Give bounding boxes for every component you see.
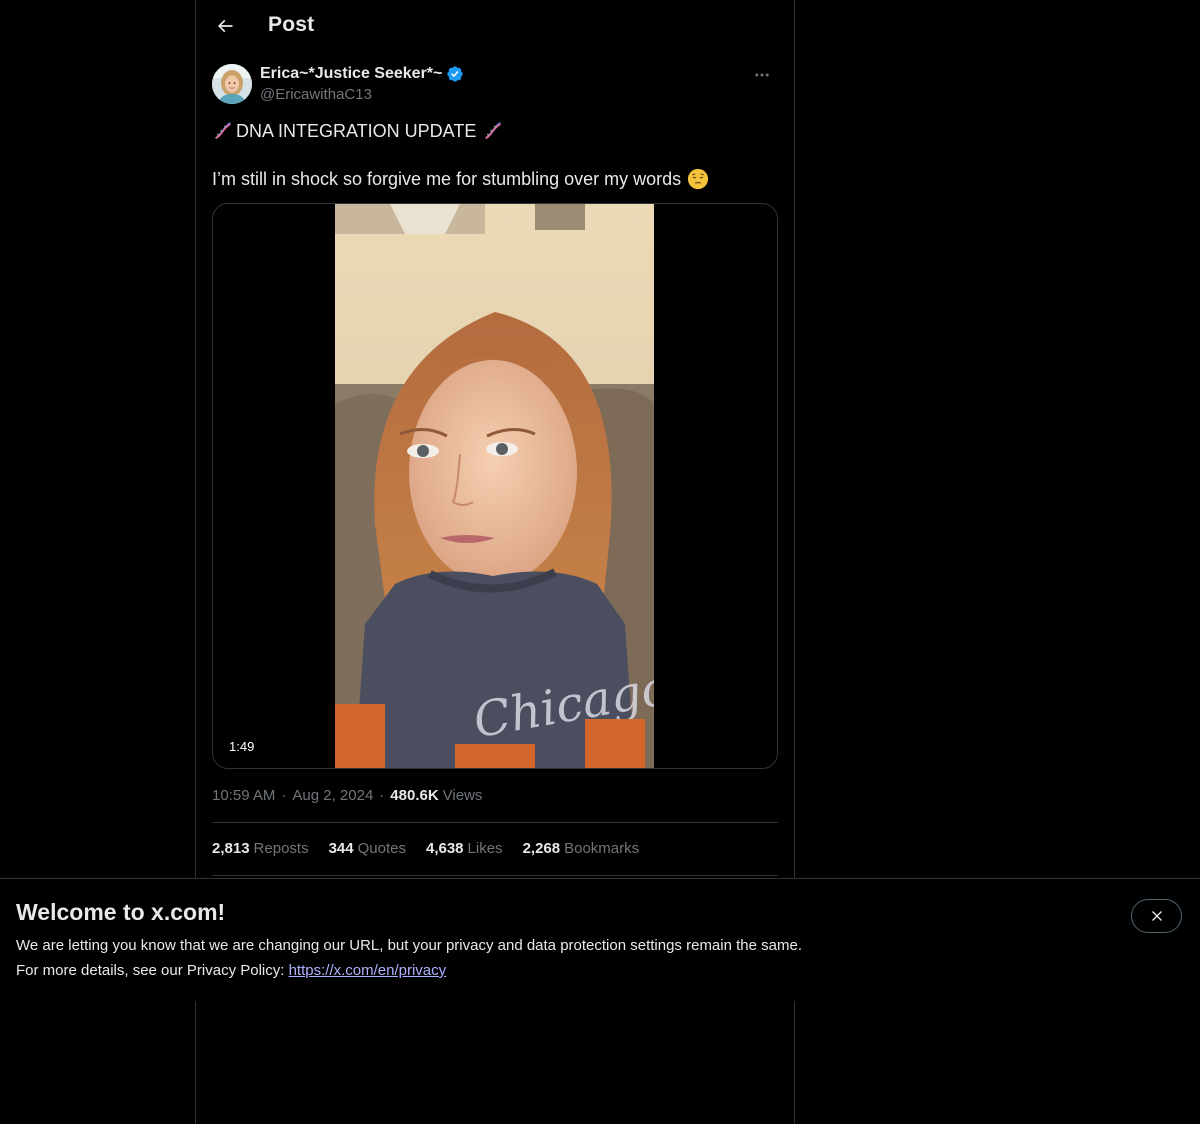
bookmarks-count: 2,268	[522, 840, 561, 857]
dna-emoji-icon	[485, 121, 502, 140]
bookmarks-stat[interactable]: 2,268 Bookmarks	[523, 840, 640, 857]
author-name-row[interactable]: Erica~*Justice Seeker*~	[260, 65, 464, 83]
post-date[interactable]: Aug 2, 2024	[292, 787, 373, 804]
bookmarks-label: Bookmarks	[564, 840, 640, 857]
video-player[interactable]: Chicago 1:49	[212, 203, 778, 769]
likes-label: Likes	[467, 840, 503, 857]
video-duration: 1:49	[225, 737, 259, 756]
views-label: Views	[442, 787, 483, 804]
more-options-button[interactable]	[746, 64, 778, 86]
post-line-2: I’m still in shock so forgive me for stu…	[212, 167, 778, 191]
arrow-left-icon	[217, 19, 233, 33]
author-handle[interactable]: @EricawithaC13	[260, 86, 372, 103]
post-line-1: DNA INTEGRATION UPDATE	[212, 119, 778, 143]
close-banner-button[interactable]	[1131, 899, 1182, 933]
back-button[interactable]	[208, 9, 242, 43]
likes-stat[interactable]: 4,638 Likes	[426, 840, 503, 857]
views-count: 480.6K	[390, 787, 439, 804]
post-body: I’m still in shock so forgive me for stu…	[212, 169, 682, 189]
post-header: Post	[196, 0, 794, 53]
engagement-stats: 2,813 Reposts 344 Quotes 4,638 Likes 2,2…	[212, 840, 639, 857]
verified-badge-icon	[446, 65, 464, 83]
quotes-stat[interactable]: 344 Quotes	[329, 840, 406, 857]
divider	[212, 822, 778, 823]
likes-count: 4,638	[425, 840, 464, 857]
banner-policy-line: For more details, see our Privacy Policy…	[16, 962, 446, 979]
author-row: Erica~*Justice Seeker*~ @EricawithaC13	[212, 64, 778, 108]
post-meta: 10:59 AM · Aug 2, 2024 · 480.6K Views	[212, 787, 482, 804]
pensive-face-emoji-icon	[688, 168, 709, 190]
banner-message: We are letting you know that we are chan…	[16, 937, 802, 954]
reposts-stat[interactable]: 2,813 Reposts	[212, 840, 309, 857]
quotes-label: Quotes	[357, 840, 406, 857]
more-horizontal-icon	[755, 73, 769, 77]
meta-separator: ·	[379, 787, 385, 804]
video-frame[interactable]: Chicago	[335, 204, 654, 768]
dna-emoji-icon	[215, 121, 231, 140]
close-icon	[1151, 911, 1162, 921]
author-name[interactable]: Erica~*Justice Seeker*~	[260, 65, 442, 83]
post-time[interactable]: 10:59 AM	[212, 787, 275, 804]
page: Post Erica~*Justice Seeker*~ @Ericawitha…	[0, 0, 1200, 1124]
avatar[interactable]	[212, 64, 252, 104]
privacy-policy-link[interactable]: https://x.com/en/privacy	[289, 962, 447, 979]
page-title: Post	[268, 13, 315, 36]
welcome-banner: Welcome to x.com! We are letting you kno…	[0, 878, 1200, 1001]
divider	[212, 875, 778, 876]
reposts-count: 2,813	[212, 840, 250, 857]
reposts-label: Reposts	[253, 840, 309, 857]
banner-title: Welcome to x.com!	[16, 899, 226, 925]
quotes-count: 344	[328, 840, 354, 857]
post-headline: DNA INTEGRATION UPDATE	[236, 121, 477, 141]
banner-policy-prefix: For more details, see our Privacy Policy…	[16, 962, 289, 979]
post-text: DNA INTEGRATION UPDATE I’m still in shoc…	[212, 119, 778, 191]
meta-separator: ·	[281, 787, 287, 804]
